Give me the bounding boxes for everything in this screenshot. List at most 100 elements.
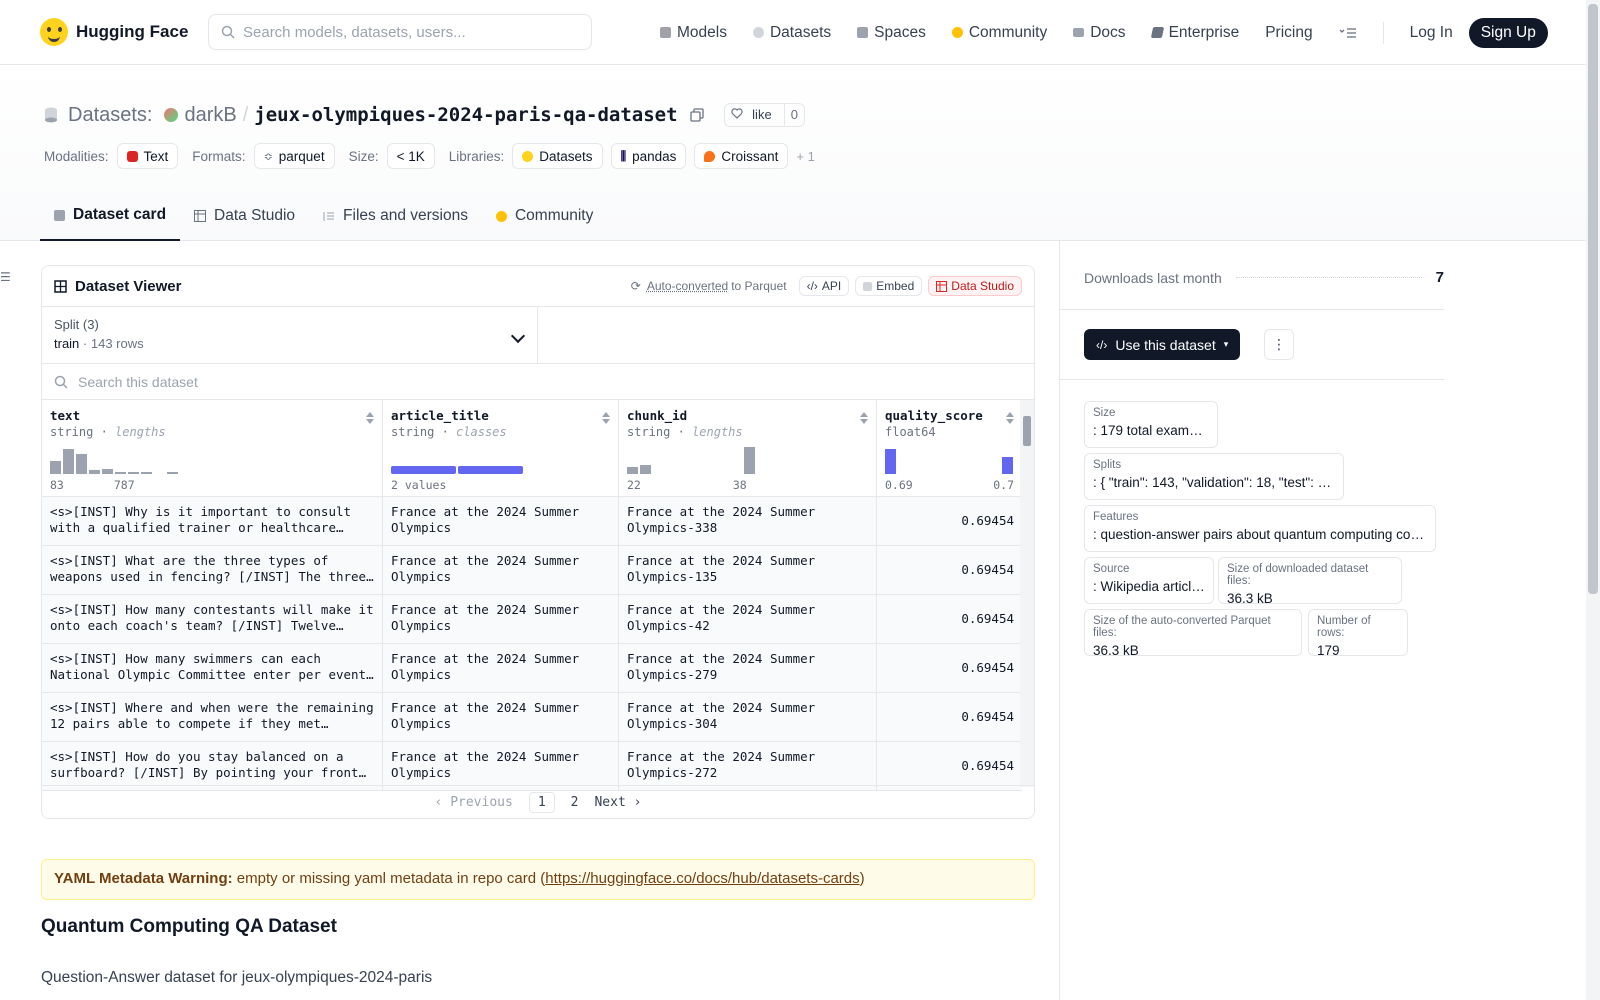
sidebar-toggle-icon[interactable]: ☰ (0, 270, 11, 284)
histogram-bar[interactable] (911, 473, 922, 474)
tab-dataset-card[interactable]: Dataset card (40, 191, 181, 241)
nav-enterprise[interactable]: Enterprise (1150, 24, 1239, 42)
nav-models[interactable]: Models (660, 24, 727, 42)
warning-link[interactable]: https://huggingface.co/docs/hub/datasets… (545, 870, 859, 887)
table-cell[interactable]: France at the 2024 Summer Olympics (383, 693, 619, 741)
repo-name[interactable]: jeux-olympiques-2024-paris-qa-dataset (254, 104, 677, 126)
more-menu-icon[interactable] (1339, 27, 1357, 39)
table-cell[interactable]: France at the 2024 Summer Olympics (383, 546, 619, 594)
more-options-button[interactable]: ⋮ (1264, 329, 1294, 360)
scrollbar-thumb[interactable] (1023, 416, 1031, 446)
histogram-bar[interactable] (115, 472, 126, 474)
histogram-bar[interactable] (963, 473, 974, 474)
global-search-input[interactable]: Search models, datasets, users... (208, 14, 592, 50)
page-scrollbar[interactable] (1586, 0, 1600, 1000)
tag-parquet[interactable]: ≎ parquet (253, 143, 335, 169)
column-header-quality-score[interactable]: quality_score float64 0.69 0.7 (877, 400, 1022, 496)
table-cell[interactable]: 0.69454 (877, 595, 1022, 643)
table-row[interactable]: <s>[INST] How do you stay balanced on a … (42, 742, 1022, 791)
repo-owner-link[interactable]: darkB (184, 104, 236, 127)
auto-converted-link[interactable]: Auto-converted (647, 279, 728, 293)
tag-datasets[interactable]: Datasets (512, 143, 603, 169)
histogram-bar[interactable] (731, 473, 742, 474)
next-page-button[interactable]: Next › (594, 795, 641, 810)
histogram-bar[interactable] (141, 472, 152, 474)
tag-size[interactable]: < 1K (386, 143, 435, 169)
table-scrollbar[interactable] (1020, 400, 1034, 787)
table-cell[interactable]: <s>[INST] Where and when were the remain… (42, 693, 383, 741)
column-header-text[interactable]: text string · lengths 83 787 (42, 400, 383, 496)
column-header-article-title[interactable]: article_title string · classes 2 values (383, 400, 619, 496)
histogram-bar[interactable] (679, 473, 690, 474)
table-cell[interactable]: France at the 2024 Summer Olympics (383, 595, 619, 643)
sort-icon[interactable] (860, 412, 868, 424)
tags-more[interactable]: + 1 (796, 149, 814, 164)
tag-croissant[interactable]: Croissant (694, 143, 789, 169)
tag-text[interactable]: Text (116, 143, 179, 169)
histogram-bar[interactable] (167, 472, 178, 474)
histogram-bar[interactable] (950, 473, 961, 474)
table-cell[interactable]: France at the 2024 Summer Olympics-279 (619, 644, 877, 692)
tab-community[interactable]: Community (482, 191, 607, 241)
histogram-bar[interactable] (937, 473, 948, 474)
table-cell[interactable]: France at the 2024 Summer Olympics (383, 742, 619, 790)
histogram-bar[interactable] (653, 473, 664, 474)
table-cell[interactable]: 0.69454 (877, 742, 1022, 790)
table-cell[interactable]: France at the 2024 Summer Olympics (383, 644, 619, 692)
histogram-bar[interactable] (718, 473, 729, 474)
table-cell[interactable]: 0.69454 (877, 546, 1022, 594)
table-row[interactable]: <s>[INST] Why is it important to consult… (42, 497, 1022, 546)
histogram-bar[interactable] (744, 447, 755, 474)
table-cell[interactable]: 0.69454 (877, 497, 1022, 545)
table-cell[interactable]: France at the 2024 Summer Olympics-135 (619, 546, 877, 594)
signup-button[interactable]: Sign Up (1468, 17, 1548, 48)
class-bar[interactable] (458, 466, 523, 474)
histogram-bar[interactable] (692, 473, 703, 474)
table-cell[interactable]: 0.69454 (877, 644, 1022, 692)
nav-datasets[interactable]: Datasets (752, 24, 831, 42)
sort-icon[interactable] (602, 412, 610, 424)
tag-pandas[interactable]: ⫼ pandas (610, 143, 687, 169)
table-row[interactable]: <s>[INST] Where and when were the remain… (42, 693, 1022, 742)
sort-icon[interactable] (366, 412, 374, 424)
nav-docs[interactable]: Docs (1073, 24, 1126, 42)
embed-button[interactable]: Embed (855, 276, 923, 296)
histogram-bar[interactable] (666, 473, 677, 474)
table-cell[interactable]: <s>[INST] What are the three types of we… (42, 546, 383, 594)
table-cell[interactable]: 0.69454 (877, 693, 1022, 741)
table-cell[interactable]: <s>[INST] How many swimmers can each Nat… (42, 644, 383, 692)
tab-files[interactable]: Files and versions (309, 191, 482, 241)
table-row[interactable]: <s>[INST] How many contestants will make… (42, 595, 1022, 644)
nav-community[interactable]: Community (951, 24, 1047, 42)
histogram-bar[interactable] (89, 470, 100, 474)
table-cell[interactable]: <s>[INST] How do you stay balanced on a … (42, 742, 383, 790)
dataset-search-input[interactable]: Search this dataset (42, 364, 1034, 400)
api-button[interactable]: ‹/› API (798, 276, 850, 296)
nav-pricing[interactable]: Pricing (1265, 24, 1312, 42)
table-row[interactable]: <s>[INST] What are the three types of we… (42, 546, 1022, 595)
table-cell[interactable]: <s>[INST] Why is it important to consult… (42, 497, 383, 545)
table-cell[interactable]: France at the 2024 Summer Olympics-42 (619, 595, 877, 643)
histogram-bar[interactable] (128, 472, 139, 474)
histogram-bar[interactable] (898, 473, 909, 474)
table-cell[interactable]: France at the 2024 Summer Olympics-304 (619, 693, 877, 741)
page-scrollbar-thumb[interactable] (1588, 4, 1598, 594)
tab-data-studio[interactable]: Data Studio (180, 191, 309, 241)
like-button[interactable]: like 0 (723, 103, 805, 127)
prev-page-button[interactable]: ‹ Previous (435, 795, 513, 810)
table-cell[interactable]: France at the 2024 Summer Olympics (383, 497, 619, 545)
histogram-bar[interactable] (154, 473, 165, 474)
column-header-chunk-id[interactable]: chunk_id string · lengths 22 38 (619, 400, 877, 496)
copy-icon[interactable] (689, 108, 704, 122)
use-dataset-button[interactable]: ‹/› Use this dataset ▾ (1084, 329, 1241, 360)
repo-type-label[interactable]: Datasets: (68, 104, 152, 127)
table-cell[interactable]: <s>[INST] How many contestants will make… (42, 595, 383, 643)
nav-spaces[interactable]: Spaces (857, 24, 926, 42)
brand-logo[interactable]: Hugging Face (40, 18, 188, 46)
data-studio-button[interactable]: Data Studio (928, 276, 1022, 296)
split-select[interactable]: Split (3) train · 143 rows (42, 307, 538, 363)
table-cell[interactable]: France at the 2024 Summer Olympics-272 (619, 742, 877, 790)
histogram-bar[interactable] (50, 461, 61, 474)
login-link[interactable]: Log In (1410, 24, 1453, 42)
histogram-bar[interactable] (705, 473, 716, 474)
